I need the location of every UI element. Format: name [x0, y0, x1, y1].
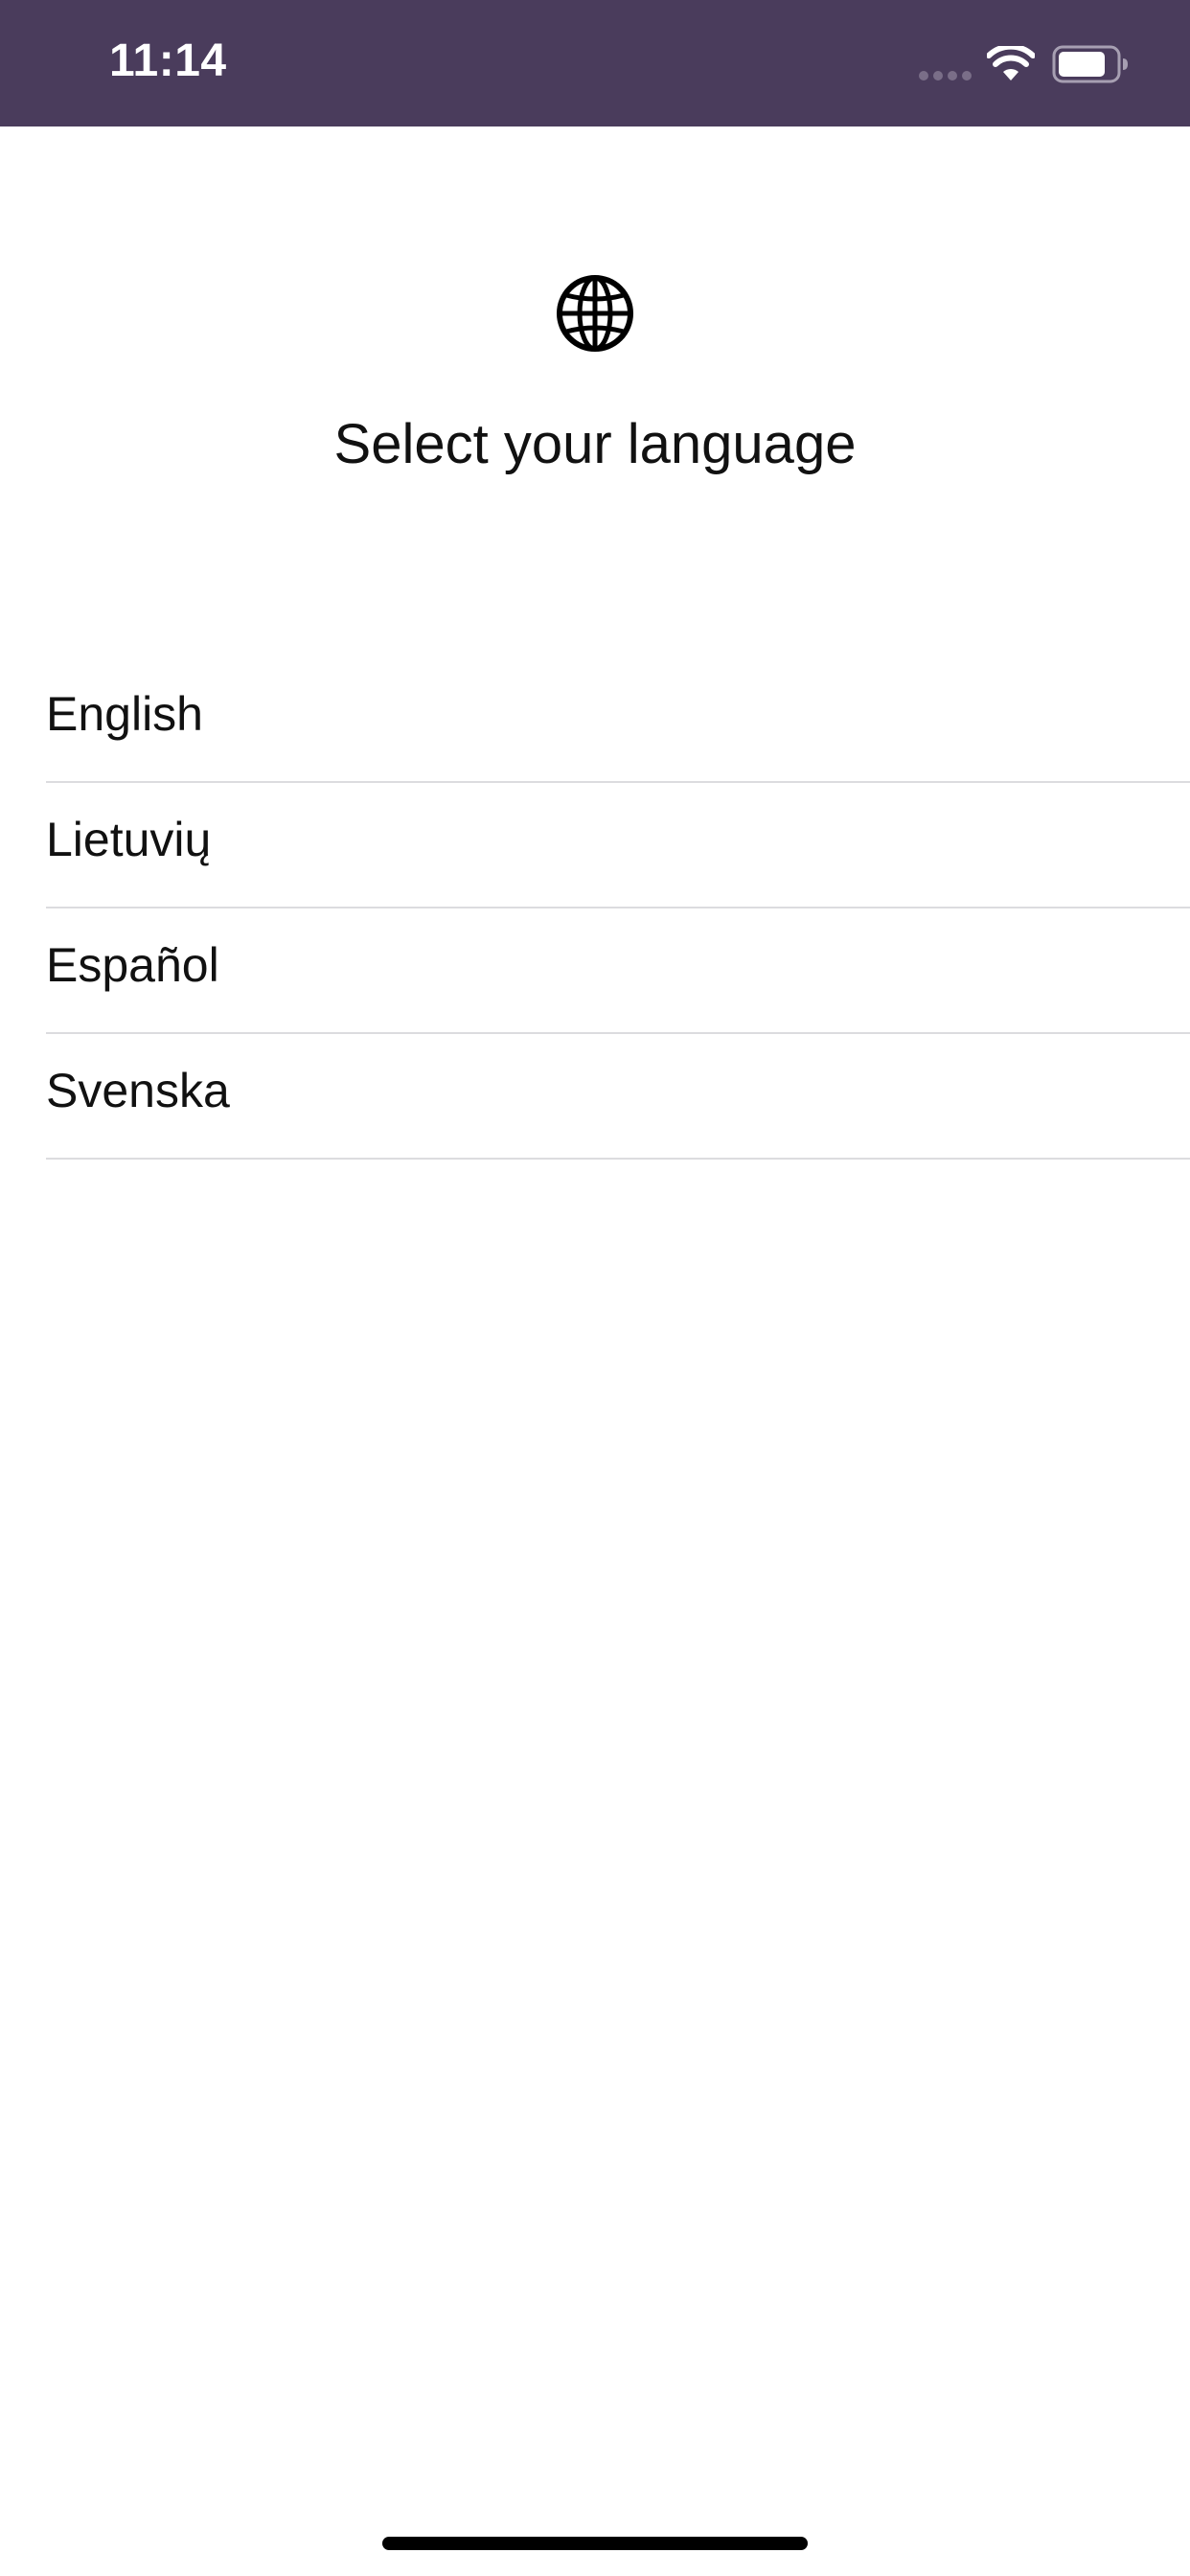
signal-dots-icon — [919, 71, 972, 80]
status-time: 11:14 — [109, 35, 227, 86]
language-item-spanish[interactable]: Español — [46, 908, 1190, 1034]
language-label: English — [46, 686, 203, 741]
language-label: Svenska — [46, 1063, 230, 1117]
battery-icon — [1052, 45, 1128, 83]
globe-icon — [557, 275, 633, 352]
language-label: Español — [46, 937, 219, 992]
language-list: English Lietuvių Español Svenska — [46, 657, 1190, 1160]
home-indicator[interactable] — [382, 2537, 808, 2550]
language-item-swedish[interactable]: Svenska — [46, 1034, 1190, 1160]
language-label: Lietuvių — [46, 812, 212, 866]
wifi-icon — [987, 46, 1035, 80]
language-item-lithuanian[interactable]: Lietuvių — [46, 783, 1190, 908]
status-bar: 11:14 — [0, 0, 1190, 126]
language-item-english[interactable]: English — [46, 657, 1190, 783]
page-title: Select your language — [333, 413, 857, 475]
